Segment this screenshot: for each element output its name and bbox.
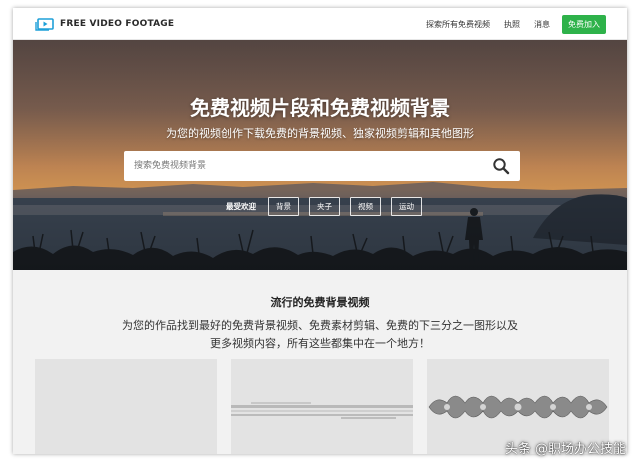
hero-title: 免费视频片段和免费视频背景 xyxy=(13,92,627,121)
section-title: 流行的免费背景视频 xyxy=(13,294,627,310)
tag-background[interactable]: 背景 xyxy=(268,197,299,216)
webpage: FREE VIDEO FOOTAGE 探索所有免费视频 执照 消息 免费加入 xyxy=(13,8,627,454)
nav-license[interactable]: 执照 xyxy=(504,19,520,30)
hero-subtitle: 为您的视频创作下载免费的背景视频、独家视频剪辑和其他图形 xyxy=(13,125,627,141)
tag-motion[interactable]: 运动 xyxy=(391,197,422,216)
join-free-button[interactable]: 免费加入 xyxy=(562,15,606,34)
section-description: 为您的作品找到最好的免费背景视频、免费素材剪辑、免费的下三分之一图形以及 更多视… xyxy=(93,317,547,353)
popular-tags: 最受欢迎 背景 夹子 视频 运动 xyxy=(226,197,432,215)
hero-banner: 免费视频片段和免费视频背景 为您的视频创作下载免费的背景视频、独家视频剪辑和其他… xyxy=(13,40,627,270)
lower-third-lines-image xyxy=(231,359,413,454)
popular-label: 最受欢迎 xyxy=(226,201,256,212)
section-description-line-2: 更多视频内容，所有这些都集中在一个地方！ xyxy=(93,335,547,353)
tag-video[interactable]: 视频 xyxy=(350,197,381,216)
film-screen-icon xyxy=(35,17,55,31)
search-icon[interactable] xyxy=(492,157,510,175)
section-description-line-1: 为您的作品找到最好的免费背景视频、免费素材剪辑、免费的下三分之一图形以及 xyxy=(93,317,547,335)
watermark-text: 头条 @职场办公技能 xyxy=(505,438,626,457)
search-bar xyxy=(124,151,520,181)
tag-clips[interactable]: 夹子 xyxy=(309,197,340,216)
search-input[interactable] xyxy=(134,158,474,174)
site-logo[interactable]: FREE VIDEO FOOTAGE xyxy=(35,16,174,32)
nav-browse-all-videos[interactable]: 探索所有免费视频 xyxy=(426,19,490,30)
logo-text: FREE VIDEO FOOTAGE xyxy=(60,19,174,29)
top-navigation-bar: FREE VIDEO FOOTAGE 探索所有免费视频 执照 消息 免费加入 xyxy=(13,8,627,40)
main-nav: 探索所有免费视频 执照 消息 免费加入 xyxy=(412,15,606,33)
screenshot-frame: FREE VIDEO FOOTAGE 探索所有免费视频 执照 消息 免费加入 xyxy=(0,0,640,463)
nav-news[interactable]: 消息 xyxy=(534,19,550,30)
video-thumbnail-1[interactable] xyxy=(35,359,217,454)
video-thumbnail-2[interactable] xyxy=(231,359,413,454)
